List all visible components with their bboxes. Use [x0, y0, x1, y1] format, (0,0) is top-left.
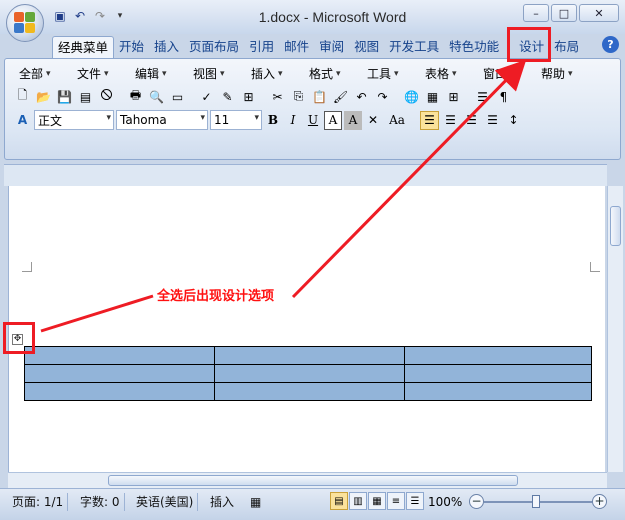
office-button[interactable]	[6, 4, 44, 42]
office-button-icon	[14, 12, 36, 34]
outline-view-icon[interactable]: ≡	[387, 492, 405, 510]
zoom-slider-thumb[interactable]	[532, 495, 540, 508]
print-layout-view-icon[interactable]: ▤	[330, 492, 348, 510]
draft-view-icon[interactable]: ☰	[406, 492, 424, 510]
page-count[interactable]: 页面: 1/1	[8, 493, 69, 511]
insert-mode[interactable]: 插入	[206, 493, 238, 511]
macro-record-icon[interactable]: ▦	[246, 493, 265, 511]
arrow-to-table-handle	[40, 294, 154, 333]
horizontal-scroll-thumb[interactable]	[108, 475, 518, 486]
zoom-out-button[interactable]: −	[469, 494, 484, 509]
language-indicator[interactable]: 英语(美国)	[132, 493, 199, 511]
web-layout-icon[interactable]: ▦	[368, 492, 386, 510]
full-screen-reading-icon[interactable]: ▥	[349, 492, 367, 510]
vertical-scrollbar[interactable]	[607, 186, 623, 472]
vertical-scroll-thumb[interactable]	[610, 206, 621, 246]
status-bar: 页面: 1/1 字数: 0 英语(美国) 插入 ▦ ▤ ▥ ▦ ≡ ☰ 100%…	[0, 488, 625, 520]
annotation-arrows	[40, 59, 527, 333]
horizontal-scrollbar[interactable]	[8, 472, 607, 488]
view-buttons: ▤ ▥ ▦ ≡ ☰	[330, 492, 424, 510]
zoom-level[interactable]: 100%	[428, 493, 462, 511]
zoom-in-button[interactable]: +	[592, 494, 607, 509]
arrow-to-design-tab	[291, 59, 527, 299]
word-count[interactable]: 字数: 0	[76, 493, 125, 511]
